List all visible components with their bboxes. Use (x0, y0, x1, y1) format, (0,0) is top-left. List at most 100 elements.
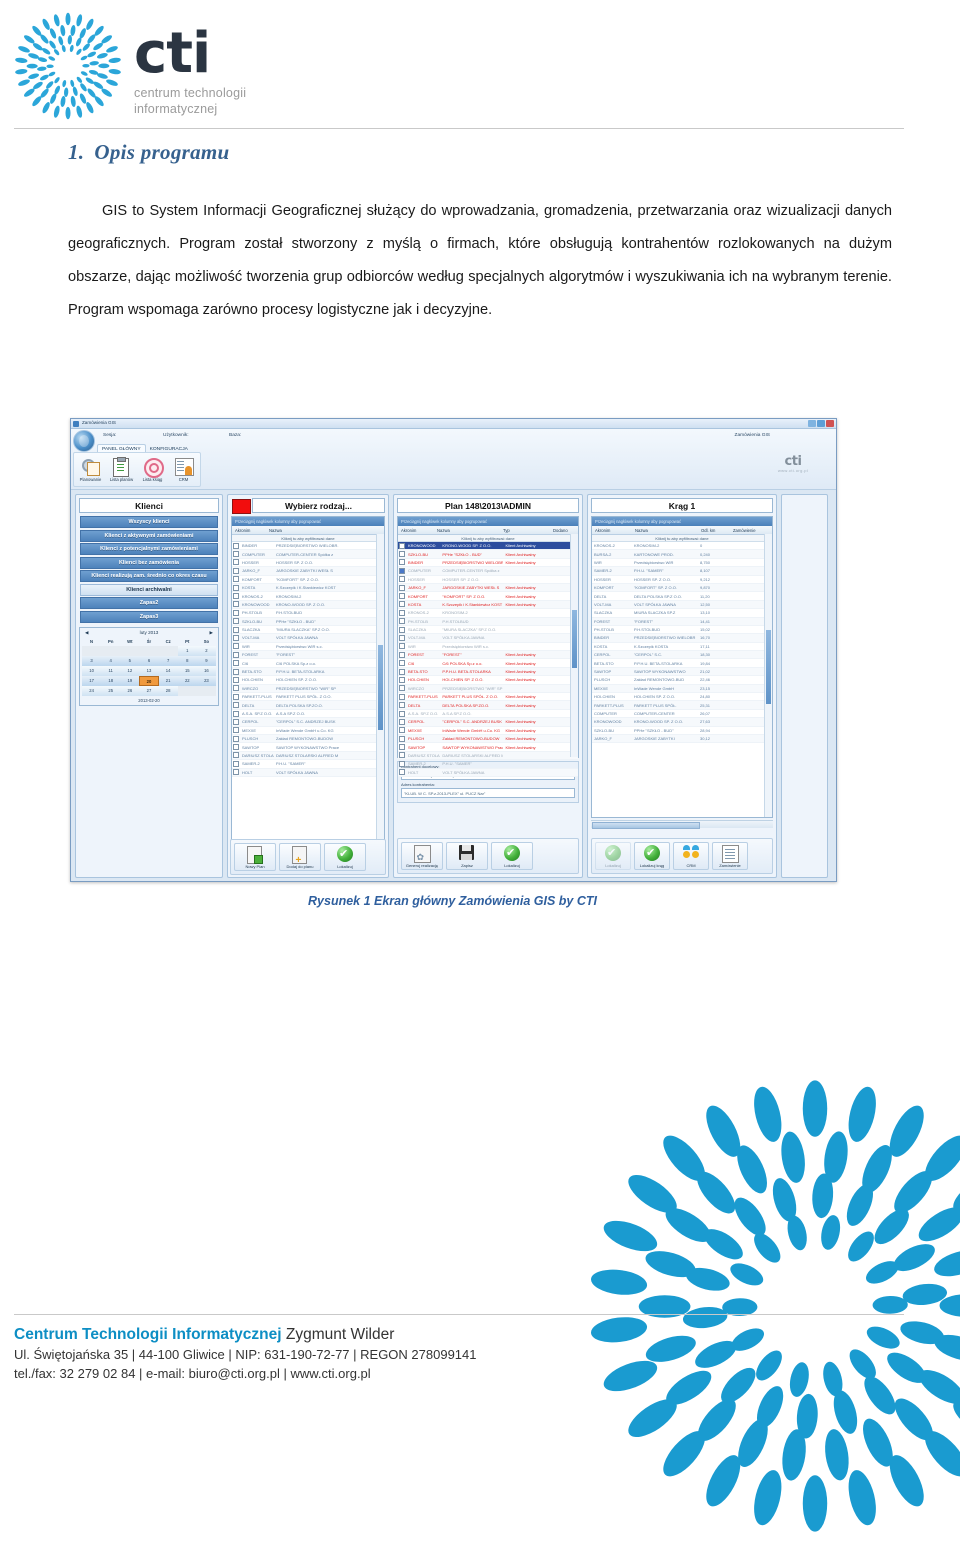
table-row[interactable]: BINDER PRZEDSIĘBIORSTWO WIELOBR. Klient Ar… (398, 559, 578, 568)
table-row[interactable]: BETA-STO P.P.H.U. BETA-STOLARKA Klient Arc… (398, 667, 578, 677)
table-row[interactable]: HOSSER HOSSER SP. Z O.O. (398, 576, 578, 584)
table-row[interactable]: KOSTA K.Szczepik i K.Stankiewicz KOST (232, 583, 384, 593)
client-filter-item[interactable]: Klienci archiwalni (80, 583, 218, 596)
table-row[interactable]: HOLT VOLT SPÓŁKA JAWNA (398, 768, 578, 777)
grid-column-header[interactable]: Zamówienie (730, 526, 770, 534)
row-checkbox[interactable] (398, 651, 406, 658)
action-button[interactable]: CRM (673, 842, 709, 870)
row-checkbox[interactable] (398, 551, 406, 558)
vertical-scrollbar[interactable] (376, 534, 384, 861)
row-checkbox[interactable] (398, 584, 406, 591)
field-value-adres[interactable]: "KLUB. W C. SP.z.2013-PLEX" ul. PUCZ Nar… (401, 788, 575, 798)
table-row[interactable]: SAMER-2 P.H.U. "SAMER" (398, 760, 578, 769)
row-checkbox[interactable] (398, 634, 406, 641)
table-row[interactable]: DELTA DELTA POLSKA SP.ZO.O. (232, 701, 384, 710)
grid-header-row[interactable]: Akronim Nazwa (232, 526, 384, 535)
vertical-scrollbar[interactable] (764, 534, 772, 817)
calendar-day[interactable]: 19 (120, 675, 140, 686)
table-row[interactable]: KOMFORT "KOMFORT" SP. Z O.O. 9,870 (592, 583, 772, 593)
grid-column-header[interactable]: Nazwa (434, 526, 500, 534)
table-row[interactable]: A.S.A. SP.Z O.O. A.S.A SP.Z O.O. (232, 710, 384, 719)
calendar-day[interactable]: 9 (196, 655, 216, 666)
table-row[interactable]: DARIUSZ STOLARSKIDARIUSZ STOLARSKI ALFRE… (232, 751, 384, 761)
grid-filter-hint[interactable]: Kliknij tu aby wyfiltrować dane (398, 535, 578, 542)
table-row[interactable]: DELTA DELTA POLSKA SP.Z O.O. 11,20 (592, 592, 772, 601)
table-row[interactable]: SAWTOP SAWTOP WYKONAWSTWO Prace Klient Arc… (398, 743, 578, 752)
action-button[interactable]: Dodaj do planu (279, 843, 321, 871)
plan-action-bar[interactable]: Generuj realizację Zapisz Lokalizuj (397, 838, 579, 874)
table-row[interactable]: PARKETT-PLUS PARKETT PLUS SPÓŁ. Z O.O. Kli… (398, 693, 578, 702)
row-checkbox[interactable] (398, 676, 406, 683)
table-row[interactable]: KOSTA K.Szczepik i K.Stankiewicz KOST Klie… (398, 600, 578, 610)
table-row[interactable]: A.S.A. SP.Z O.O. A.S.A SP.Z O.O. (398, 710, 578, 719)
table-row[interactable]: VOLT-MA VOLT SPÓŁKA JAWNA (398, 634, 578, 643)
action-button[interactable]: Lokalizuj krąg (634, 842, 670, 870)
calendar-day[interactable]: 6 (139, 655, 159, 666)
row-checkbox[interactable] (398, 710, 406, 717)
row-checkbox[interactable] (232, 727, 240, 734)
row-checkbox[interactable] (232, 576, 240, 583)
table-row[interactable]: BINDER PRZEDSIĘBIORSTWO WIELOBR 16,70 (592, 634, 772, 643)
table-row[interactable]: KOMFORT "KOMFORT" SP. Z O.O. Klient Archiw… (398, 592, 578, 601)
table-row[interactable]: VOLT-MA VOLT SPÓŁKA JAWNA 12,50 (592, 600, 772, 610)
kind-action-bar[interactable]: Nowy Plan Dodaj do planu Lokalizuj (230, 839, 386, 875)
calendar-day[interactable]: 15 (177, 665, 197, 676)
row-checkbox[interactable] (232, 626, 240, 633)
row-checkbox[interactable] (232, 634, 240, 641)
table-row[interactable]: SAWTOP SAWTOP WYKONAWSTWO Prace (232, 743, 384, 752)
table-row[interactable]: PLUSCH Zakład REMONTOWO-BUD 22,46 (592, 676, 772, 685)
app-globe-icon[interactable] (73, 430, 95, 452)
table-row[interactable]: SZKLO-BU PPHe "SZKŁO - BUD" 28,94 (592, 727, 772, 735)
row-checkbox[interactable] (398, 752, 406, 759)
row-checkbox[interactable] (232, 676, 240, 683)
client-filter-item[interactable]: Klienci bez zamówienia (80, 556, 218, 569)
grid-plan[interactable]: Przeciągnij nagłówek kolumny aby pogrupo… (397, 516, 579, 777)
row-checkbox[interactable] (232, 601, 240, 608)
grid-column-header[interactable]: Nazwa (266, 526, 376, 534)
row-checkbox[interactable] (232, 685, 240, 692)
calendar-day[interactable]: 22 (177, 675, 197, 686)
row-checkbox[interactable] (398, 626, 406, 633)
row-checkbox[interactable] (232, 760, 240, 767)
color-swatch[interactable] (232, 499, 251, 514)
table-row[interactable]: COMPUTER COMPUTER-CENTER 26,07 (592, 710, 772, 719)
calendar-day[interactable]: 1 (177, 645, 197, 656)
calendar-nav[interactable]: ◀ luty 2013 ▶ (82, 630, 216, 638)
ribbon-button-crm[interactable]: CRM (169, 457, 198, 482)
table-row[interactable]: MEXXE InWade Wende GmbH u.Co. KG (232, 727, 384, 735)
action-button[interactable]: Zapisz (446, 842, 488, 870)
calendar-day[interactable]: 13 (139, 665, 159, 676)
table-row[interactable]: SZKLO-BU PPHe "SZKŁO - BUD" (232, 617, 384, 626)
row-checkbox[interactable] (232, 702, 240, 709)
table-row[interactable]: SLACZKA "MIURA SLACZKA" SP.Z O.O. (398, 626, 578, 635)
ribbon-button-lista-planow[interactable]: Lista planów (107, 456, 136, 482)
calendar-day[interactable]: 23 (196, 675, 216, 686)
row-checkbox[interactable] (398, 593, 406, 600)
table-row[interactable]: CERPOL "CERPOL" S.C. 18,30 (592, 651, 772, 660)
row-checkbox[interactable] (398, 744, 406, 751)
calendar-day[interactable]: 4 (101, 655, 121, 666)
grid-column-header[interactable]: Akronim (232, 526, 266, 534)
row-checkbox[interactable] (232, 710, 240, 717)
calendar-day[interactable]: 11 (101, 665, 121, 676)
row-checkbox[interactable] (398, 576, 406, 583)
table-row[interactable]: WIR Przedsiębiorstwo WIR s.c. (398, 643, 578, 652)
table-row[interactable]: BURSA-2 KARTONOWE PROD. 0,240 (592, 550, 772, 559)
row-checkbox[interactable] (398, 727, 406, 734)
row-checkbox[interactable] (232, 584, 240, 591)
table-row[interactable]: WIR Przedsiębiorstwo WIR 8,750 (592, 559, 772, 568)
grid-body[interactable]: KRONOS-2 KRONOSIM-2 0 BURSA-2 KARTONOWE PROD… (592, 542, 772, 744)
row-checkbox[interactable] (398, 702, 406, 709)
window-controls[interactable] (808, 420, 834, 427)
scrollbar-thumb[interactable] (766, 630, 771, 704)
table-row[interactable]: WIR Przedsiębiorstwo WIR s.c. (232, 643, 384, 652)
ribbon-button-planowanie[interactable]: Planowanie (76, 458, 105, 482)
calendar-day[interactable]: 17 (82, 675, 102, 686)
table-row[interactable]: BETA-STO P.P.H.U. BETA-STOLARKA (232, 667, 384, 677)
row-checkbox[interactable] (398, 618, 406, 625)
action-button[interactable]: Lokalizuj (324, 843, 366, 871)
row-checkbox[interactable] (232, 668, 240, 675)
grid-header-row[interactable]: Akronim Nazwa Odl. km Zamówienie (592, 526, 772, 535)
calendar-day[interactable]: 26 (120, 685, 140, 696)
grid-column-header[interactable]: Akronim (592, 526, 632, 534)
